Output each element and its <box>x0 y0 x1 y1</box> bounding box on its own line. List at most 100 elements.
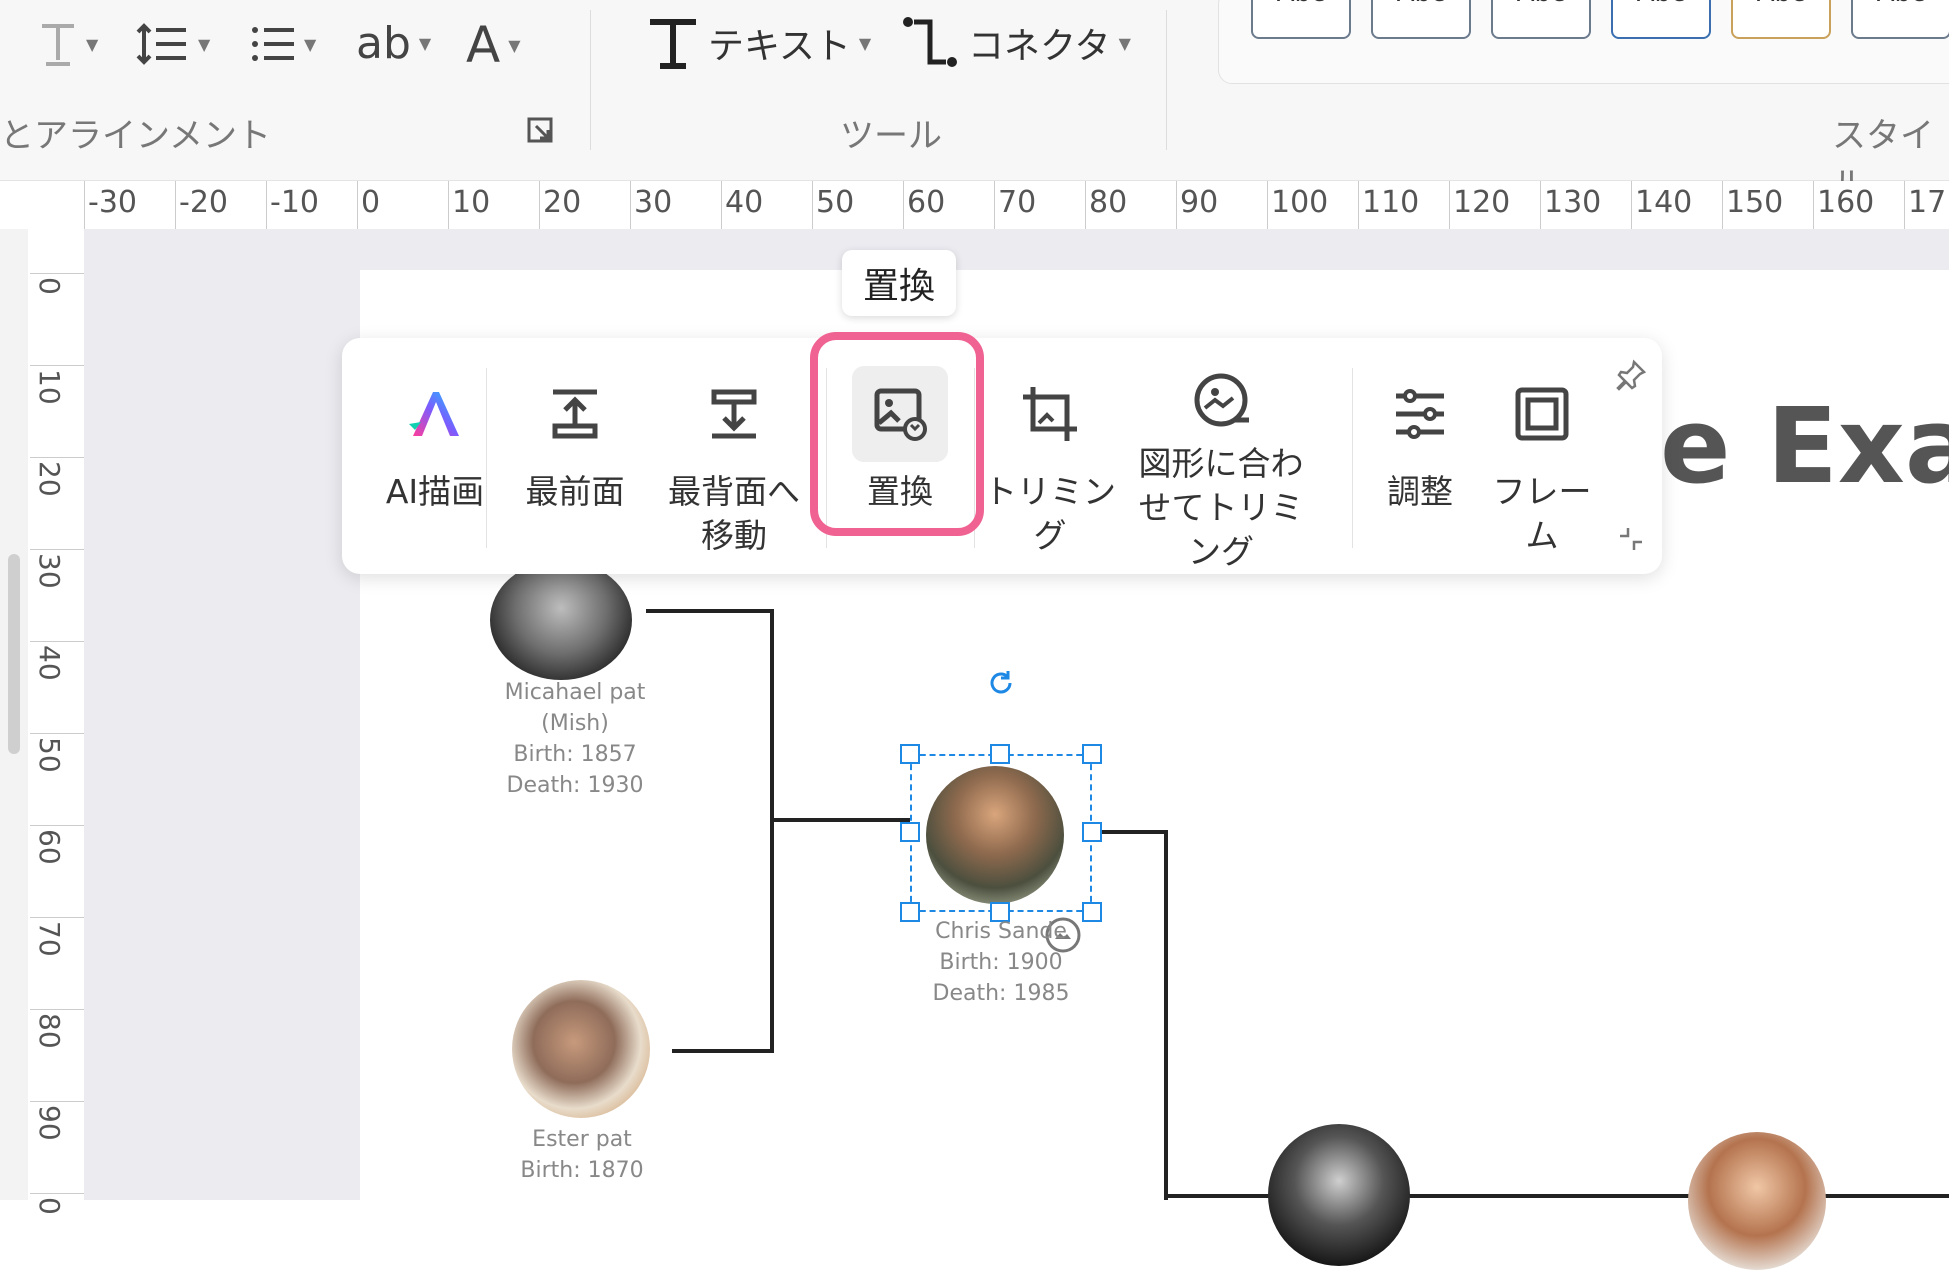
ruler-tick <box>1631 181 1632 229</box>
frame-icon <box>1494 366 1590 462</box>
avatar[interactable] <box>1688 1132 1826 1270</box>
ruler-tick <box>30 457 84 458</box>
connector-line[interactable] <box>770 609 774 1053</box>
page-title-fragment[interactable]: e Exar <box>1660 385 1949 507</box>
ruler-label: 70 <box>33 921 66 957</box>
person-death: Death: 1985 <box>932 981 1070 1006</box>
ruler-tick <box>30 365 84 366</box>
person-card[interactable]: Ester pat Birth: 1870 <box>480 1124 684 1186</box>
ruler-tick <box>1722 181 1723 229</box>
ai-draw-label: AI描画 <box>385 472 485 511</box>
ruler-tick <box>1085 181 1086 229</box>
ruler-label: 10 <box>33 369 66 405</box>
font-color-button[interactable]: A ▼ <box>466 16 521 74</box>
ab-label: ab <box>356 18 411 69</box>
resize-handle[interactable] <box>1082 822 1102 842</box>
ruler-tick <box>175 181 176 229</box>
ruler-tick <box>30 917 84 918</box>
ruler-label: 0 <box>361 185 381 220</box>
ruler-label: -10 <box>270 185 319 220</box>
ruler-label: 160 <box>1817 185 1875 220</box>
frame-label: フレーム <box>1492 472 1592 555</box>
style-thumb[interactable]: Abc <box>1611 0 1711 39</box>
connector-line[interactable] <box>672 1049 774 1053</box>
vertical-scrollbar-thumb[interactable] <box>8 554 20 754</box>
connector-line[interactable] <box>646 609 774 613</box>
ruler-label: 20 <box>543 185 582 220</box>
collapse-icon[interactable] <box>1616 524 1646 558</box>
person-name: Micahael pat <box>504 680 646 705</box>
ruler-label: 50 <box>816 185 855 220</box>
ruler-tick <box>30 549 84 550</box>
style-thumb[interactable]: Abc <box>1371 0 1471 39</box>
crop-button[interactable]: トリミング <box>982 338 1118 574</box>
ruler-label: 17 <box>1908 185 1947 220</box>
connector-line[interactable] <box>1092 830 1168 834</box>
bullet-list-button[interactable]: ▼ <box>250 22 316 66</box>
style-thumb[interactable]: Abc <box>1251 0 1351 39</box>
crop-to-shape-label: 図形に合わせてトリミング <box>1138 444 1304 571</box>
ruler-label: -30 <box>88 185 137 220</box>
ruler-tick <box>30 1101 84 1102</box>
tooltip-text: 置換 <box>862 266 935 307</box>
tooltip: 置換 <box>842 250 956 316</box>
connector-tool-label: コネクタ <box>968 26 1111 67</box>
text-tool-button[interactable]: テキスト ▼ <box>646 14 871 72</box>
ruler-tick <box>448 181 449 229</box>
ruler-tick <box>30 1193 84 1194</box>
person-card[interactable]: Micahael pat (Mish) Birth: 1857 Death: 1… <box>470 677 680 801</box>
ruler-label: -20 <box>179 185 228 220</box>
person-death: Death: 1930 <box>506 773 644 798</box>
line-spacing-button[interactable]: ▼ <box>134 22 210 66</box>
ruler-label: 90 <box>33 1105 66 1141</box>
ruler-label: 80 <box>33 1013 66 1049</box>
send-to-back-button[interactable]: 最背面へ移動 <box>646 338 822 574</box>
avatar[interactable] <box>1268 1124 1410 1266</box>
ruler-label: 60 <box>907 185 946 220</box>
connector-icon <box>903 17 957 67</box>
style-thumb[interactable]: Abc <box>1491 0 1591 39</box>
ruler-label: 0 <box>33 277 66 295</box>
resize-handle[interactable] <box>900 822 920 842</box>
ruler-tick <box>1540 181 1541 229</box>
dialog-launcher-icon[interactable] <box>526 116 554 148</box>
ruler-label: 90 <box>1180 185 1219 220</box>
adjust-button[interactable]: 調整 <box>1356 338 1484 574</box>
person-card[interactable]: Chris Sande Birth: 1900 Death: 1985 <box>898 916 1104 1009</box>
ruler-tick <box>630 181 631 229</box>
ruler-tick <box>539 181 540 229</box>
ruler-tick <box>903 181 904 229</box>
connector-tool-button[interactable]: コネクタ ▼ <box>900 14 1131 72</box>
highlight-ring <box>810 332 984 536</box>
selection-box[interactable] <box>910 754 1092 912</box>
resize-handle[interactable] <box>1082 744 1102 764</box>
person-birth: Birth: 1900 <box>939 950 1063 975</box>
ruler-tick <box>1358 181 1359 229</box>
style-thumb[interactable]: Abc <box>1851 0 1949 39</box>
style-thumb[interactable]: Abc <box>1731 0 1831 39</box>
ruler-label: 100 <box>1271 185 1329 220</box>
ai-draw-button[interactable]: AI描画 <box>364 338 506 574</box>
resize-handle[interactable] <box>990 744 1010 764</box>
ruler-label: 30 <box>33 553 66 589</box>
ruler-tick <box>1449 181 1450 229</box>
avatar[interactable] <box>490 560 632 680</box>
connector-line[interactable] <box>1164 830 1168 1200</box>
ruler-tick <box>357 181 358 229</box>
connector-line[interactable] <box>770 818 910 822</box>
font-color-label: A <box>466 16 501 74</box>
text-effect-button[interactable]: ab ▼ <box>356 18 431 69</box>
rotate-handle-icon[interactable] <box>986 668 1016 702</box>
resize-handle[interactable] <box>900 744 920 764</box>
style-gallery: Abc Abc Abc Abc Abc Abc <box>1218 0 1949 84</box>
crop-to-shape-button[interactable]: 図形に合わせてトリミング <box>1126 338 1316 574</box>
text-style-button[interactable]: ▼ <box>38 20 98 68</box>
avatar[interactable] <box>512 980 650 1118</box>
ruler-label: 20 <box>33 461 66 497</box>
ai-draw-icon <box>387 366 483 462</box>
bring-to-front-button[interactable]: 最前面 <box>500 338 650 574</box>
horizontal-ruler: -30 -20 -10 0 10 20 30 40 50 60 70 80 90 100 110 120 130… <box>0 181 1949 230</box>
frame-button[interactable]: フレーム <box>1480 338 1604 574</box>
pin-icon[interactable] <box>1614 358 1648 396</box>
ruler-tick <box>30 825 84 826</box>
